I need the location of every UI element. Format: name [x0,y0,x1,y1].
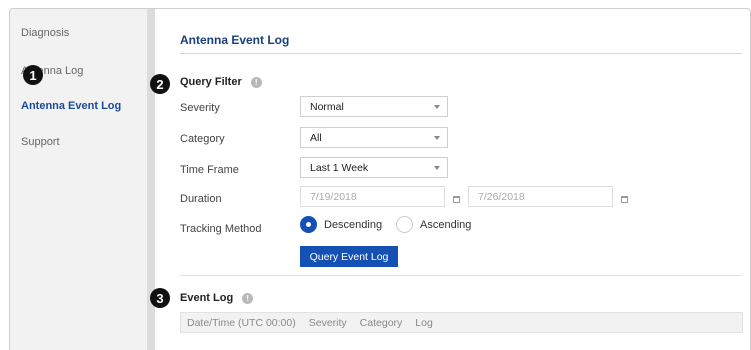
radio-descending[interactable]: Descending [300,216,382,233]
radio-descending-label: Descending [324,218,383,231]
chevron-down-icon [434,105,440,109]
tracking-method-label: Tracking Method [180,223,262,235]
column-header-datetime[interactable]: Date/Time (UTC 00:00) [187,317,296,329]
time-frame-label: Time Frame [180,164,239,176]
duration-start-field[interactable]: 7/19/2018 [300,186,445,207]
query-event-log-button[interactable]: Query Event Log [300,246,398,267]
radio-ascending-label: Ascending [420,218,472,231]
radio-ascending[interactable]: Ascending [396,216,471,233]
app-frame: Diagnosis Antenna Log Antenna Event Log … [9,8,751,350]
sidebar: Diagnosis Antenna Log Antenna Event Log … [10,9,147,350]
sidebar-item-antenna-event-log[interactable]: Antenna Event Log [21,100,121,112]
sidebar-item-diagnosis[interactable]: Diagnosis [21,27,69,39]
main-content: Antenna Event Log Query Filter ! Severit… [155,9,750,350]
duration-end-value: 7/26/2018 [478,191,525,203]
category-value: All [310,132,322,144]
callout-badge-3: 3 [150,288,170,308]
query-filter-heading: Query Filter ! [180,76,262,88]
title-divider [180,53,742,54]
category-select[interactable]: All [300,127,448,148]
event-log-table-header: Date/Time (UTC 00:00) Severity Category … [180,312,743,333]
duration-end-field[interactable]: 7/26/2018 [468,186,613,207]
event-log-title: Event Log [180,292,234,304]
duration-start-value: 7/19/2018 [310,191,357,203]
section-divider [180,275,742,276]
severity-select[interactable]: Normal [300,96,448,117]
time-frame-value: Last 1 Week [310,162,369,174]
info-icon[interactable]: ! [242,292,254,304]
radio-selected-icon[interactable] [300,216,317,233]
time-frame-select[interactable]: Last 1 Week [300,157,448,178]
query-filter-title: Query Filter [180,76,242,88]
callout-badge-2: 2 [150,74,170,94]
column-header-severity[interactable]: Severity [309,317,347,329]
severity-label: Severity [180,102,220,114]
event-log-heading: Event Log ! [180,292,254,304]
column-header-category[interactable]: Category [360,317,403,329]
column-header-log[interactable]: Log [415,317,433,329]
chevron-down-icon [434,136,440,140]
calendar-icon[interactable] [453,196,460,203]
category-label: Category [180,133,225,145]
calendar-icon[interactable] [621,196,628,203]
sidebar-item-support[interactable]: Support [21,136,60,148]
radio-unselected-icon[interactable] [396,216,413,233]
chevron-down-icon [434,166,440,170]
duration-label: Duration [180,193,222,205]
severity-value: Normal [310,101,344,113]
info-icon[interactable]: ! [250,76,262,88]
callout-badge-1: 1 [23,65,43,85]
page-title: Antenna Event Log [180,33,290,47]
